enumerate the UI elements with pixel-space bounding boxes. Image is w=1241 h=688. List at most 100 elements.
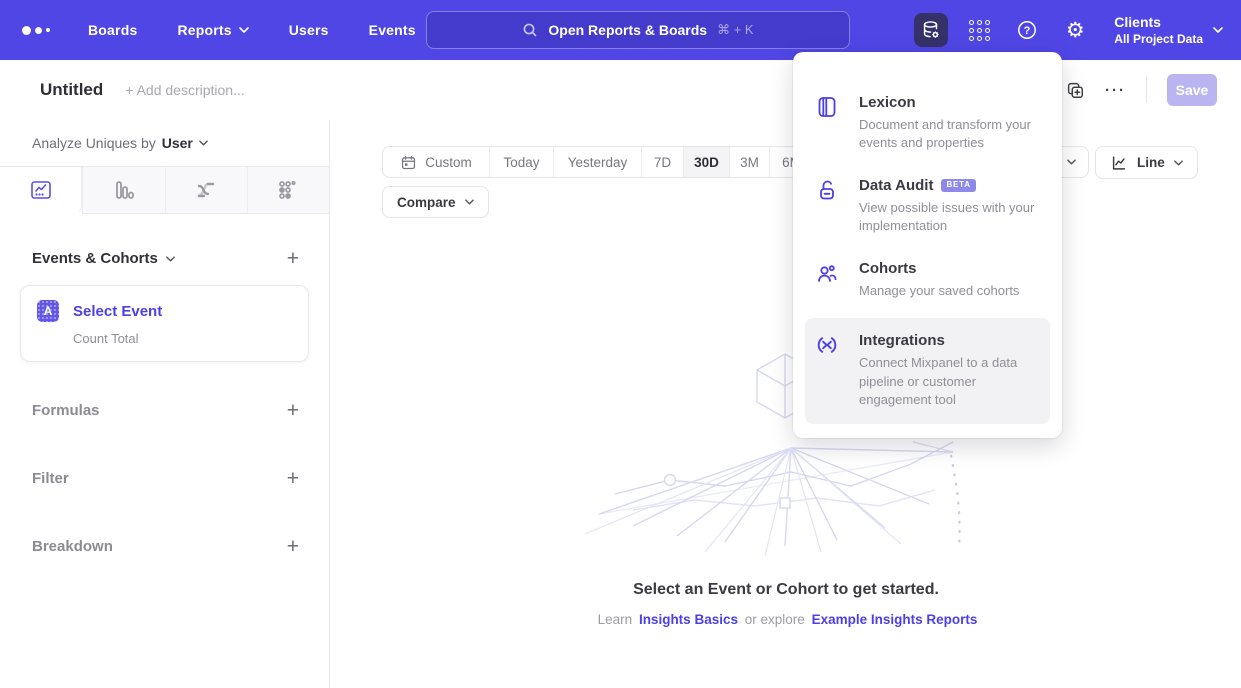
org-name: Clients [1114, 14, 1203, 30]
learn-prefix: Learn [598, 612, 633, 627]
date-range-3m[interactable]: 3M [729, 147, 769, 177]
cohorts-people-icon [815, 260, 841, 300]
menu-item-description: Document and transform your events and p… [859, 116, 1042, 153]
ellipsis-icon: ··· [1105, 82, 1126, 99]
example-reports-link[interactable]: Example Insights Reports [812, 612, 978, 627]
chevron-down-icon [166, 256, 175, 262]
metrics-tab-icon [276, 178, 300, 202]
add-description-field[interactable]: + Add description... [125, 82, 244, 98]
svg-text:?: ? [1024, 25, 1031, 37]
data-management-menu: Lexicon Document and transform your even… [793, 52, 1062, 438]
add-formula-button[interactable]: + [287, 400, 299, 421]
menu-item-cohorts[interactable]: Cohorts Manage your saved cohorts [793, 248, 1062, 312]
compare-dropdown[interactable]: Compare [382, 186, 489, 218]
report-title[interactable]: Untitled [40, 80, 103, 100]
date-range-label: 7D [654, 155, 671, 170]
more-options-button[interactable]: ··· [1105, 82, 1126, 99]
line-chart-tab-icon [29, 178, 53, 202]
analyze-label: Analyze Uniques by [32, 135, 156, 151]
date-range-30d[interactable]: 30D [683, 147, 729, 177]
top-nav: Boards Reports Users Events Open Reports… [0, 0, 1241, 60]
count-total-dropdown[interactable]: Count Total [73, 331, 292, 346]
chevron-down-icon [1174, 160, 1183, 166]
analyze-value: User [162, 135, 193, 151]
search-placeholder: Open Reports & Boards [548, 22, 707, 38]
chevron-down-icon [239, 27, 249, 33]
toolbar-divider [1146, 77, 1147, 103]
date-range-label: Custom [425, 155, 472, 170]
middle-text: or explore [745, 612, 805, 627]
bar-chart-tab-icon [112, 178, 136, 202]
chart-type-dropdown[interactable]: Line [1095, 146, 1198, 179]
analyze-by-dropdown[interactable]: User [162, 135, 208, 151]
formulas-header: Formulas [32, 402, 100, 419]
settings-button[interactable]: ⚙ [1058, 13, 1092, 47]
sync-arrows-icon [815, 332, 841, 409]
nav-item-label: Users [289, 22, 329, 38]
save-button[interactable]: Save [1167, 74, 1217, 106]
insights-basics-link[interactable]: Insights Basics [639, 612, 738, 627]
gear-icon: ⚙ [1066, 20, 1085, 41]
events-cohorts-header[interactable]: Events & Cohorts [32, 250, 175, 267]
menu-item-description: Connect Mixpanel to a data pipeline or c… [859, 354, 1040, 409]
audit-lock-icon [815, 177, 841, 236]
add-filter-button[interactable]: + [287, 468, 299, 489]
breakdown-header: Breakdown [32, 538, 113, 555]
nav-item-reports[interactable]: Reports [177, 22, 248, 38]
menu-item-data-audit[interactable]: Data Audit BETA View possible issues wit… [793, 165, 1062, 248]
tab-insights-line[interactable] [0, 167, 82, 214]
menu-item-description: Manage your saved cohorts [859, 282, 1019, 300]
global-search-input[interactable]: Open Reports & Boards ⌘ + K [426, 11, 850, 49]
add-event-button[interactable]: + [287, 248, 299, 269]
tab-flows[interactable] [165, 167, 247, 214]
help-icon: ? [1016, 19, 1038, 41]
apps-grid-icon [969, 20, 990, 41]
flows-tab-icon [194, 178, 218, 202]
add-breakdown-button[interactable]: + [287, 536, 299, 557]
date-range-custom[interactable]: Custom [383, 147, 489, 177]
event-series-badge: A [37, 300, 59, 322]
duplicate-icon [1065, 80, 1085, 100]
chevron-down-icon [465, 199, 474, 205]
menu-item-description: View possible issues with your implement… [859, 199, 1042, 236]
date-range-7d[interactable]: 7D [641, 147, 683, 177]
insights-report-page: Boards Reports Users Events Open Reports… [0, 0, 1241, 688]
event-selector-card[interactable]: A Select Event Count Total [20, 285, 309, 362]
database-gear-icon [920, 19, 942, 41]
data-management-button[interactable] [914, 13, 948, 47]
chevron-down-icon [1067, 159, 1076, 165]
calendar-icon [400, 154, 417, 171]
duplicate-button[interactable] [1065, 80, 1085, 100]
chart-type-tabs [0, 166, 329, 214]
help-button[interactable]: ? [1010, 13, 1044, 47]
beta-badge: BETA [941, 179, 975, 192]
empty-state-title: Select an Event or Cohort to get started… [331, 581, 1241, 599]
search-shortcut: ⌘ + K [717, 22, 754, 38]
apps-grid-button[interactable] [962, 13, 996, 47]
chart-type-label: Line [1137, 155, 1165, 170]
date-range-label: Yesterday [568, 155, 628, 170]
book-icon [815, 94, 841, 153]
menu-item-title: Data Audit [859, 177, 933, 194]
project-switcher[interactable]: Clients All Project Data [1114, 14, 1223, 46]
tab-metrics[interactable] [247, 167, 329, 214]
project-name: All Project Data [1114, 32, 1203, 46]
filter-header: Filter [32, 470, 69, 487]
nav-item-boards[interactable]: Boards [88, 22, 137, 38]
nav-item-users[interactable]: Users [289, 22, 329, 38]
date-range-yesterday[interactable]: Yesterday [553, 147, 641, 177]
nav-item-events[interactable]: Events [369, 22, 416, 38]
select-event-label[interactable]: Select Event [73, 303, 162, 320]
chevron-down-icon [1213, 27, 1223, 33]
compare-label: Compare [397, 195, 456, 210]
mixpanel-logo-icon[interactable] [22, 26, 50, 35]
menu-item-title: Cohorts [859, 260, 917, 277]
date-range-label: Today [503, 155, 539, 170]
nav-item-label: Reports [177, 22, 231, 38]
menu-item-integrations[interactable]: Integrations Connect Mixpanel to a data … [805, 318, 1050, 423]
menu-item-title: Integrations [859, 332, 945, 349]
query-builder-sidebar: Analyze Uniques by User [0, 120, 330, 688]
date-range-today[interactable]: Today [489, 147, 553, 177]
menu-item-lexicon[interactable]: Lexicon Document and transform your even… [793, 82, 1062, 165]
tab-bar-chart[interactable] [82, 167, 164, 214]
